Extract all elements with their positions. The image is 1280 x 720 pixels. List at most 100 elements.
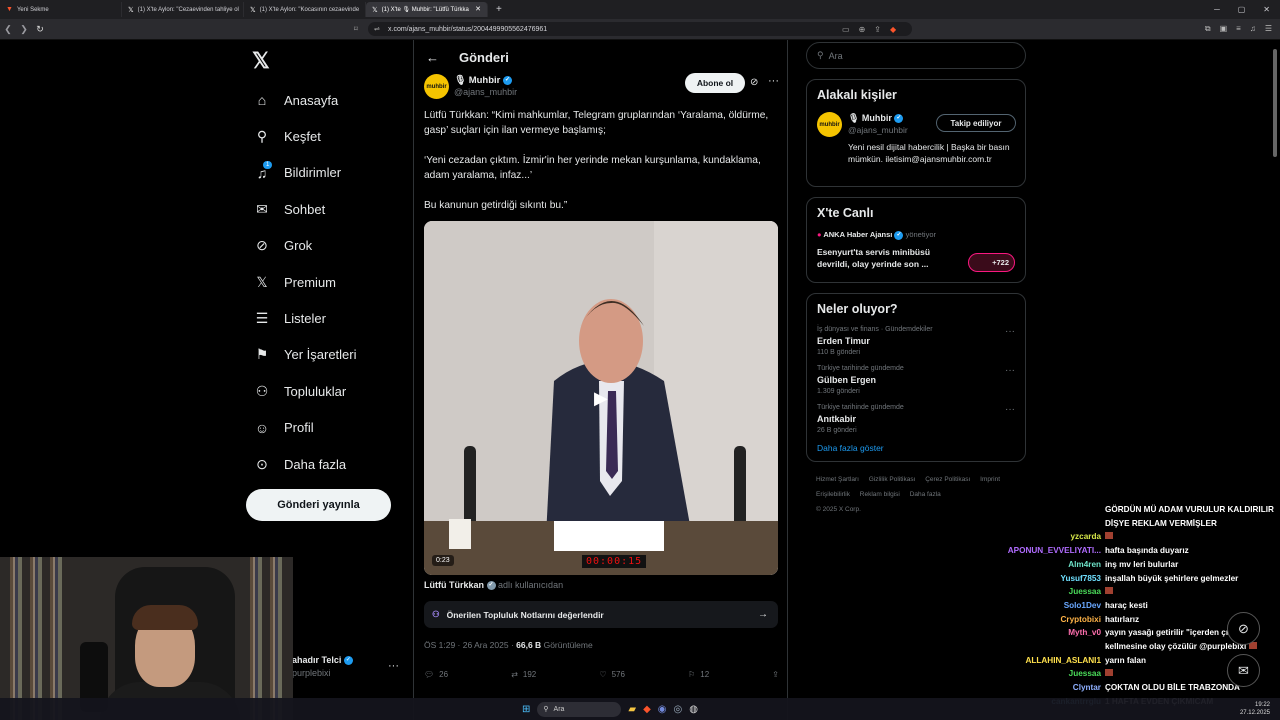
show-more-link[interactable]: Daha fazla göster	[817, 443, 1015, 453]
chat-message	[1105, 585, 1275, 599]
video-source[interactable]: Lütfü Türkkan ✓ adlı kullanıcıdan	[424, 580, 563, 591]
footer-link[interactable]: Çerez Politikası	[925, 476, 970, 483]
video-player[interactable]: ▶ 00:00:15 0:23	[424, 221, 778, 575]
obs-icon[interactable]: ◍	[689, 704, 698, 715]
zoom-icon[interactable]: ⊕	[859, 25, 866, 34]
trend-item[interactable]: Türkiye tarihinde gündemde Gülben Ergen …	[817, 365, 1015, 395]
author-name[interactable]: 🎙 Muhbir ✓	[454, 75, 512, 86]
more-options-icon[interactable]: ···	[768, 75, 779, 87]
footer-link[interactable]: Reklam bilgisi	[860, 491, 900, 498]
browser-tab-2[interactable]: 𝕏 (1) X'te Aylon: "Kocasının cezaevinde	[244, 2, 366, 17]
site-info-icon[interactable]: ⇌	[374, 25, 380, 33]
nav-messages[interactable]: ✉ Sohbet	[246, 191, 406, 227]
trend-item[interactable]: Türkiye tarihinde gündemde Anıtkabir 26 …	[817, 404, 1015, 434]
reply-icon: 💬︎	[424, 670, 435, 679]
live-headline[interactable]: Esenyurt'ta servis minibüsü devrildi, ol…	[817, 246, 952, 270]
community-notes-button[interactable]: ⚇ Önerilen Topluluk Notlarını değerlendi…	[424, 601, 778, 628]
trend-category: Türkiye tarihinde gündemde	[817, 365, 904, 372]
footer-link[interactable]: Imprint	[980, 476, 1000, 483]
trends-card: Neler oluyor? İş dünyası ve finans · Gün…	[806, 293, 1026, 462]
taskbar-search[interactable]: ⚲ Ara	[537, 701, 622, 717]
grok-float-button[interactable]: ⊘	[1227, 612, 1260, 645]
back-arrow-icon[interactable]: ←	[426, 50, 439, 65]
search-input[interactable]: ⚲ Ara	[806, 42, 1026, 69]
system-tray-clock[interactable]: 19:22 27.12.2025	[1240, 701, 1270, 717]
nav-lists[interactable]: ☰ Listeler	[246, 300, 406, 336]
hamburger-icon[interactable]: ☰	[1265, 24, 1272, 34]
repost-button[interactable]: ⇄ 192	[511, 670, 536, 679]
play-icon[interactable]: ▶	[594, 388, 608, 409]
maximize-icon[interactable]: ▢	[1238, 5, 1246, 14]
footer-link[interactable]: Daha fazla	[910, 491, 941, 498]
address-bar[interactable]: ⇌ x.com/ajans_muhbir/status/200449990556…	[368, 22, 912, 36]
x-logo-icon[interactable]: 𝕏	[252, 48, 406, 74]
nav-more[interactable]: ⊙ Daha fazla	[246, 446, 406, 482]
grok-explain-icon[interactable]: ⊘	[750, 77, 758, 88]
bookmark-button[interactable]: ⚐ 12	[688, 670, 709, 679]
footer-link[interactable]: Gizlilik Politikası	[869, 476, 916, 483]
nav-bookmarks[interactable]: ⚑ Yer İşaretleri	[246, 337, 406, 373]
avatar[interactable]: muhbir	[817, 112, 842, 137]
steam-icon[interactable]: ◎	[674, 704, 683, 715]
like-button[interactable]: ♡ 576	[599, 670, 625, 679]
browser-tab-1[interactable]: 𝕏 (1) X'te Aylon: "Cezaevinden tahliye ol	[122, 2, 244, 17]
post-actions: 💬︎ 26 ⇄ 192 ♡ 576 ⚐ 12 ⇪	[424, 670, 779, 679]
chat-message: GÖRDÜN MÜ ADAM VURULUR KALDIRILIR DİŞYE …	[1105, 505, 1274, 528]
close-window-icon[interactable]: ✕	[1263, 5, 1270, 14]
live-source[interactable]: ● ANKA Haber Ajansı ✓ yönetiyor	[817, 230, 1015, 240]
share-icon[interactable]: ⇪	[874, 25, 881, 34]
chat-line: GÖRDÜN MÜ ADAM VURULUR KALDIRILIR DİŞYE …	[995, 503, 1280, 530]
music-icon[interactable]: ♫	[1250, 24, 1256, 34]
wallet-icon[interactable]: ▣	[1220, 24, 1228, 34]
account-switcher[interactable]: ahadır Telci ✓ purplebixi	[292, 655, 353, 678]
windows-start-icon[interactable]: ⊞	[522, 704, 530, 715]
messages-float-button[interactable]: ✉	[1227, 654, 1260, 687]
nav-notifications[interactable]: ♫ 1 Bildirimler	[246, 155, 406, 191]
nav-home[interactable]: ⌂ Anasayfa	[246, 82, 406, 118]
subscribe-button[interactable]: Abone ol	[685, 73, 745, 93]
share-button[interactable]: ⇪	[772, 670, 779, 679]
account-more-icon[interactable]: ···	[388, 660, 399, 672]
author-handle[interactable]: @ajans_muhbir	[454, 87, 517, 97]
post-button[interactable]: Gönderi yayınla	[246, 489, 391, 521]
footer-link[interactable]: Erişilebilirlik	[816, 491, 850, 498]
nav-premium[interactable]: 𝕏 Premium	[246, 264, 406, 300]
post-timestamp[interactable]: ÖS 1:29 · 26 Ara 2025 ·	[424, 640, 514, 650]
nav-communities[interactable]: ⚇ Topluluklar	[246, 373, 406, 409]
trend-more-icon[interactable]: ···	[1005, 326, 1015, 337]
following-button[interactable]: Takip ediliyor	[936, 114, 1016, 132]
avatar[interactable]: muhbir	[424, 74, 449, 99]
extensions-icon[interactable]: ⧉	[1205, 24, 1211, 34]
verified-icon: ✓	[894, 230, 904, 240]
repost-count: 192	[522, 670, 537, 679]
minimize-icon[interactable]: ─	[1214, 5, 1220, 14]
brave-icon[interactable]: ◆	[643, 704, 651, 715]
nav-grok[interactable]: ⊘ Grok	[246, 228, 406, 264]
close-tab-icon[interactable]: ✕	[475, 3, 481, 17]
browser-tab-new[interactable]: ▼ Yeni Sekme	[0, 2, 122, 17]
menu-icon[interactable]: ≡	[1236, 24, 1241, 34]
reload-icon[interactable]: ↻	[32, 24, 48, 35]
nav-profile[interactable]: ☺ Profil	[246, 410, 406, 446]
browser-tab-active[interactable]: 𝕏 (1) X'te 🎙 Muhbir: "Lütfü Türkka ✕	[366, 2, 488, 17]
live-listeners-badge[interactable]: +722	[968, 253, 1015, 272]
emote-icon	[1105, 587, 1113, 595]
cast-icon[interactable]: ▭	[842, 25, 850, 34]
new-tab-button[interactable]: +	[488, 4, 510, 15]
trend-item[interactable]: İş dünyası ve finans · Gündemdekiler Erd…	[817, 326, 1015, 356]
trend-more-icon[interactable]: ···	[1005, 404, 1015, 415]
footer-link[interactable]: Hizmet Şartları	[816, 476, 859, 483]
reply-button[interactable]: 💬︎ 26	[424, 670, 448, 679]
forward-icon[interactable]: ❯	[16, 24, 32, 35]
tab-label: (1) X'te Aylon: "Cezaevinden tahliye ol	[137, 6, 239, 13]
nav-explore[interactable]: ⚲ Keşfet	[246, 118, 406, 154]
bookmark-page-icon[interactable]: ⌑	[354, 25, 358, 33]
brave-shield-icon[interactable]: ◆	[890, 25, 896, 34]
back-icon[interactable]: ❮	[0, 24, 16, 35]
scrollbar-thumb[interactable]	[1273, 49, 1277, 157]
discord-icon[interactable]: ◉	[658, 704, 667, 715]
related-handle: @ajans_muhbir	[848, 125, 908, 135]
related-person[interactable]: muhbir 🎙 Muhbir ✓ @ajans_muhbir Yeni nes…	[817, 112, 1016, 178]
file-explorer-icon[interactable]: ▰	[628, 704, 636, 715]
trend-more-icon[interactable]: ···	[1005, 365, 1015, 376]
